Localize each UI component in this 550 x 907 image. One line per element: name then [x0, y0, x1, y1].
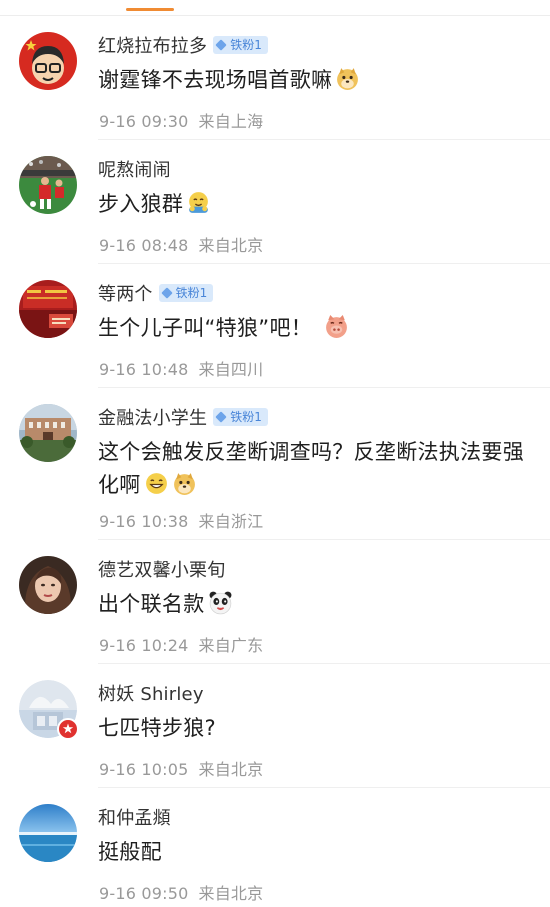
comment-meta: 9-16 10:05 来自北京 [99, 756, 263, 780]
username[interactable]: 金融法小学生 [98, 404, 207, 430]
comment-meta: 9-16 10:48 来自四川 [99, 356, 263, 380]
avatar[interactable] [19, 404, 77, 462]
location: 来自广东 [198, 636, 264, 655]
comment-meta: 9-16 10:24 来自广东 [99, 632, 263, 656]
avatar[interactable] [19, 680, 79, 740]
comment-item: 等两个 铁粉1 生个儿子叫“特狼”吧！ 9-16 10:48 来自四川 [0, 264, 550, 388]
username[interactable]: 等两个 [98, 280, 153, 306]
timestamp: 9-16 08:48 [99, 236, 189, 255]
comment-text: 生个儿子叫“特狼”吧！ [98, 312, 526, 345]
diamond-icon [160, 287, 173, 299]
location: 来自上海 [198, 112, 264, 131]
grin-emoji-icon [145, 473, 167, 494]
comment-text: 七匹特步狼? [98, 716, 216, 740]
comment-text: 这个会触发反垄断调查吗？反垄断法执法要强化啊 [98, 440, 524, 497]
avatar[interactable] [19, 804, 77, 862]
comment-text: 挺般配 [98, 840, 162, 864]
timestamp: 9-16 10:05 [99, 760, 189, 779]
location: 来自北京 [198, 760, 264, 779]
username[interactable]: 德艺双馨小栗旬 [98, 556, 225, 582]
location: 来自浙江 [198, 512, 264, 531]
comment-item: 呢熬闹闹 步入狼群 9-16 08:48 来自北京 [0, 140, 550, 264]
comment-meta: 9-16 09:30 来自上海 [99, 108, 263, 132]
avatar[interactable] [19, 156, 77, 214]
comment-item: 红烧拉布拉多 铁粉1 谢霆锋不去现场唱首歌嘛 9-16 09:30 来自上海 [0, 16, 550, 140]
avatar[interactable] [19, 280, 77, 338]
timestamp: 9-16 09:30 [99, 112, 189, 131]
diamond-icon [215, 39, 227, 51]
avatar[interactable] [19, 556, 77, 614]
comment-list-page: 红烧拉布拉多 铁粉1 谢霆锋不去现场唱首歌嘛 9-16 09:30 来自上海 呢… [0, 0, 550, 907]
timestamp: 9-16 10:24 [99, 636, 189, 655]
fan-badge: 铁粉1 [213, 408, 268, 426]
username[interactable]: 呢熬闹闹 [98, 156, 171, 182]
fan-badge: 铁粉1 [158, 284, 214, 302]
comment-meta: 9-16 09:50 来自北京 [99, 880, 263, 904]
comment-item: 金融法小学生 铁粉1 这个会触发反垄断调查吗？反垄断法执法要强化啊 9-16 1… [0, 388, 550, 540]
diamond-icon [215, 411, 227, 423]
avatar[interactable] [19, 32, 77, 90]
comment-text: 出个联名款 [98, 588, 526, 621]
timestamp: 9-16 10:38 [99, 512, 189, 531]
username[interactable]: 树妖 Shirley [98, 680, 204, 706]
comment-item: 树妖 Shirley 七匹特步狼? 9-16 10:05 来自北京 [0, 664, 550, 788]
comment-text: 步入狼群 [98, 188, 526, 221]
doge-emoji-icon [173, 473, 195, 495]
doge-emoji-icon [337, 68, 359, 90]
comment-item: 和仲孟頫 挺般配 9-16 09:50 来自北京 [0, 788, 550, 907]
verified-badge-icon [57, 718, 79, 740]
comment-meta: 9-16 10:38 来自浙江 [99, 508, 263, 532]
location: 来自四川 [198, 360, 264, 379]
comment-item: 德艺双馨小栗旬 出个联名款 9-16 10:24 来自广东 [0, 540, 550, 664]
active-tab-indicator [126, 8, 174, 11]
timestamp: 9-16 10:48 [99, 360, 189, 379]
username[interactable]: 红烧拉布拉多 [98, 32, 207, 58]
panda-emoji-icon [209, 591, 231, 615]
fan-badge: 铁粉1 [213, 36, 268, 54]
timestamp: 9-16 09:50 [99, 884, 189, 903]
location: 来自北京 [198, 236, 264, 255]
pig-emoji-icon [326, 315, 347, 338]
comment-meta: 9-16 08:48 来自北京 [99, 232, 263, 256]
username[interactable]: 和仲孟頫 [98, 804, 171, 830]
hug-emoji-icon [189, 192, 209, 213]
comment-text: 谢霆锋不去现场唱首歌嘛 [98, 64, 526, 97]
location: 来自北京 [198, 884, 264, 903]
